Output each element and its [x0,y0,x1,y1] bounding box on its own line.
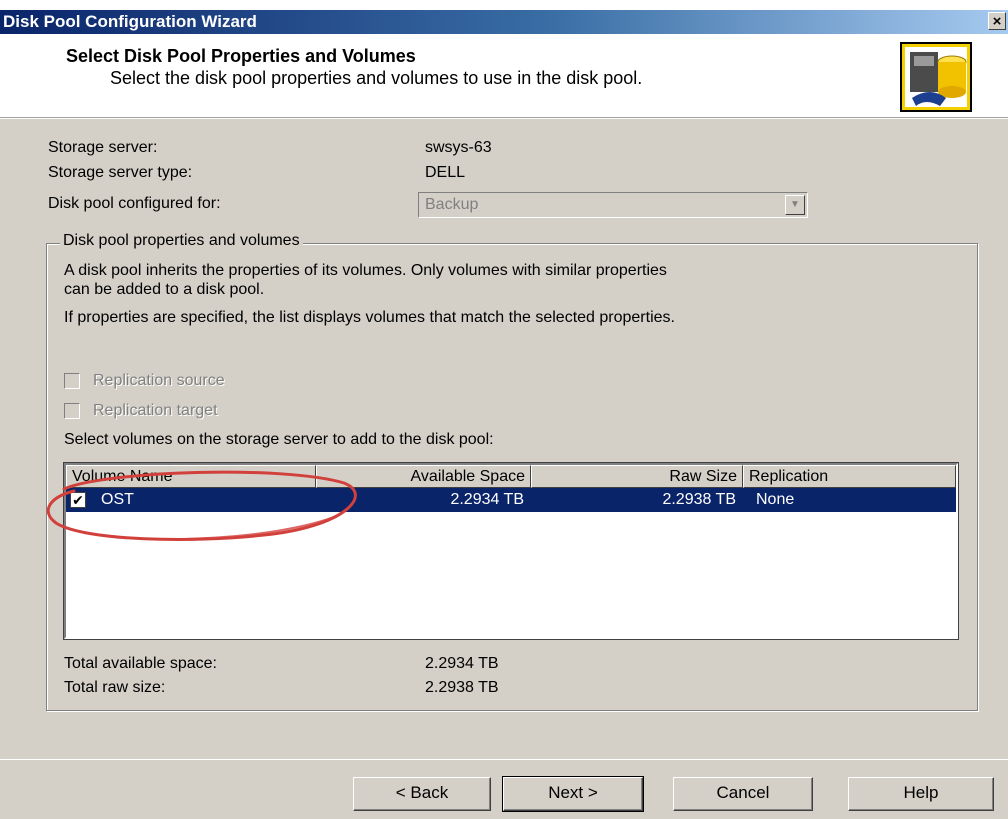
title-bar: Disk Pool Configuration Wizard × [0,10,1008,34]
total-available-label: Total available space: [64,655,217,672]
storage-server-type-label: Storage server type: [48,164,193,181]
configured-for-dropdown[interactable]: Backup ▼ [418,192,808,218]
page-subtitle: Select the disk pool properties and volu… [110,68,643,88]
wizard-body: Storage server: swsys-63 Storage server … [0,119,1008,759]
description-line-3: If properties are specified, the list di… [64,309,675,326]
configured-for-label: Disk pool configured for: [48,195,221,212]
next-button[interactable]: Next > [502,776,644,812]
group-legend: Disk pool properties and volumes [60,232,303,250]
replication-source-label: Replication source [93,372,225,389]
close-button[interactable]: × [988,12,1006,30]
storage-server-value: swsys-63 [425,139,492,156]
storage-server-type-value: DELL [425,164,466,181]
description-line-1: A disk pool inherits the properties of i… [64,262,667,279]
replication-target-checkbox[interactable] [64,403,80,419]
back-button[interactable]: < Back [353,777,491,811]
chevron-down-icon[interactable]: ▼ [785,195,805,215]
wizard-header: Select Disk Pool Properties and Volumes … [0,34,1008,118]
page-title: Select Disk Pool Properties and Volumes [66,46,416,66]
cell-replication: None [756,491,795,508]
help-button[interactable]: Help [848,777,994,811]
description-line-2: can be added to a disk pool. [64,281,265,298]
wizard-footer: < Back Next > Cancel Help [0,759,1008,819]
window-title: Disk Pool Configuration Wizard [3,12,257,31]
total-raw-label: Total raw size: [64,679,166,696]
total-available-value: 2.2934 TB [425,655,499,672]
replication-target-label: Replication target [93,402,218,419]
configured-for-value: Backup [425,196,479,213]
disk-pool-wizard-icon [900,42,972,112]
replication-source-checkbox[interactable] [64,373,80,389]
storage-server-label: Storage server: [48,139,158,156]
column-replication[interactable]: Replication [743,465,956,488]
cell-raw-size: 2.2938 TB [662,491,736,508]
cancel-button[interactable]: Cancel [673,777,813,811]
total-raw-value: 2.2938 TB [425,679,499,696]
select-volumes-label: Select volumes on the storage server to … [64,431,494,448]
column-raw-size[interactable]: Raw Size [531,465,743,488]
annotation-ellipse [46,470,357,541]
